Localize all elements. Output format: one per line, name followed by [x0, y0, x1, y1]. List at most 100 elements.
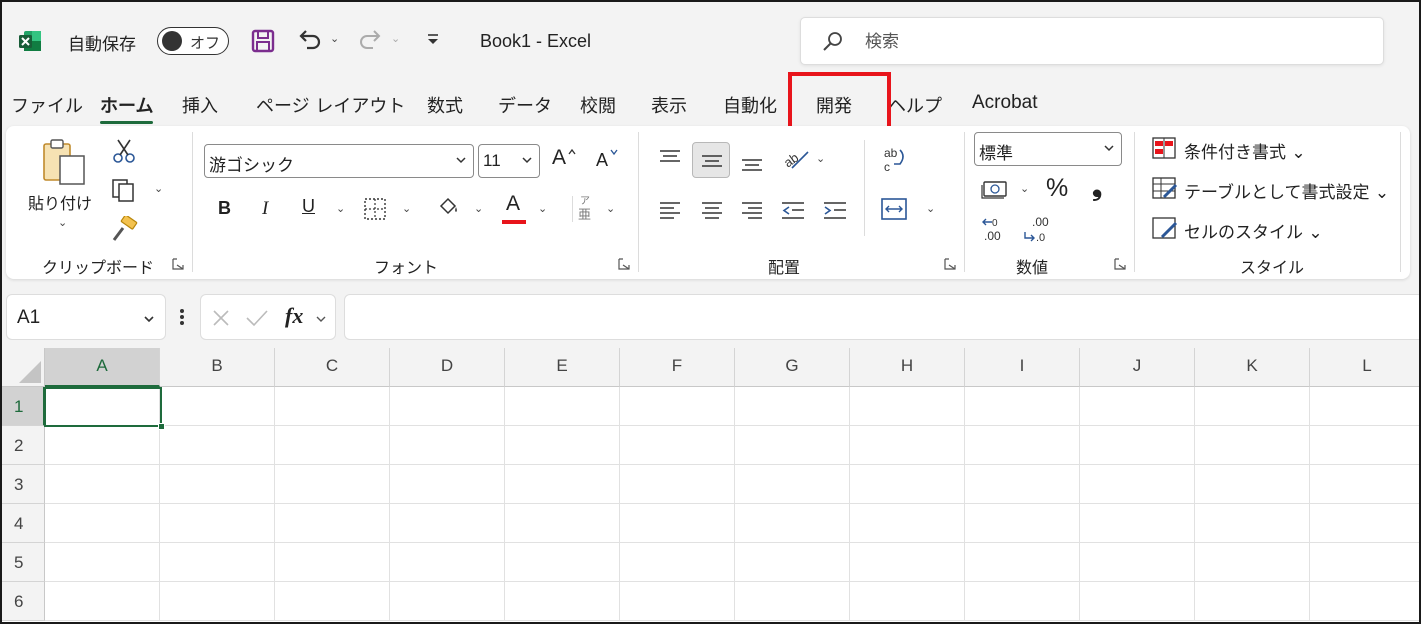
tab-file[interactable]: ファイル: [11, 92, 83, 118]
cell-e5[interactable]: [505, 543, 620, 582]
cell-j2[interactable]: [1080, 426, 1195, 465]
column-header-j[interactable]: J: [1080, 348, 1195, 387]
align-bottom-icon[interactable]: [740, 150, 764, 174]
column-header-a[interactable]: A: [45, 348, 160, 387]
column-header-c[interactable]: C: [275, 348, 390, 387]
font-launcher-icon[interactable]: [618, 258, 630, 270]
underline-button[interactable]: U: [302, 196, 315, 217]
tab-data[interactable]: データ: [498, 92, 552, 118]
cell-i5[interactable]: [965, 543, 1080, 582]
align-middle-button[interactable]: [692, 142, 730, 178]
cell-a4[interactable]: [45, 504, 160, 543]
cell-j6[interactable]: [1080, 582, 1195, 621]
search-input[interactable]: [865, 30, 1345, 54]
row-header-5[interactable]: 5: [2, 543, 45, 582]
format-painter-icon[interactable]: [110, 216, 138, 242]
cell-c4[interactable]: [275, 504, 390, 543]
cell-l1[interactable]: [1310, 387, 1419, 426]
cell-l3[interactable]: [1310, 465, 1419, 504]
phonetic-dropdown-icon[interactable]: ⌄: [606, 202, 615, 215]
active-cell-selection[interactable]: [44, 387, 165, 430]
cell-c2[interactable]: [275, 426, 390, 465]
paste-dropdown-icon[interactable]: ⌄: [58, 216, 67, 229]
cell-b6[interactable]: [160, 582, 275, 621]
align-top-icon[interactable]: [658, 148, 682, 168]
paste-label[interactable]: 貼り付け: [28, 190, 92, 214]
cell-a5[interactable]: [45, 543, 160, 582]
chevron-down-icon[interactable]: [143, 313, 155, 325]
clipboard-launcher-icon[interactable]: [172, 258, 184, 270]
cell-k1[interactable]: [1195, 387, 1310, 426]
tab-home[interactable]: ホーム: [100, 92, 154, 124]
cell-h4[interactable]: [850, 504, 965, 543]
customize-qat-icon[interactable]: [426, 31, 440, 47]
cell-f3[interactable]: [620, 465, 735, 504]
cell-c1[interactable]: [275, 387, 390, 426]
redo-dropdown-icon[interactable]: ⌄: [391, 32, 400, 45]
column-header-i[interactable]: I: [965, 348, 1080, 387]
column-header-e[interactable]: E: [505, 348, 620, 387]
row-header-6[interactable]: 6: [2, 582, 45, 621]
cell-e3[interactable]: [505, 465, 620, 504]
font-size-combo[interactable]: 11: [478, 144, 540, 178]
tab-acrobat[interactable]: Acrobat: [972, 92, 1037, 114]
italic-button[interactable]: I: [262, 198, 268, 220]
cell-b2[interactable]: [160, 426, 275, 465]
row-header-3[interactable]: 3: [2, 465, 45, 504]
decrease-decimal-icon[interactable]: .00 .0: [1022, 216, 1052, 244]
undo-dropdown-icon[interactable]: ⌄: [330, 32, 339, 45]
column-header-d[interactable]: D: [390, 348, 505, 387]
cell-h5[interactable]: [850, 543, 965, 582]
cell-a6[interactable]: [45, 582, 160, 621]
row-header-2[interactable]: 2: [2, 426, 45, 465]
shrink-font-button[interactable]: A: [596, 150, 608, 171]
phonetic-bottom[interactable]: 亜: [578, 204, 591, 223]
comma-style-button[interactable]: ❟: [1092, 172, 1102, 203]
undo-icon[interactable]: [296, 26, 324, 54]
cell-j4[interactable]: [1080, 504, 1195, 543]
percent-style-button[interactable]: %: [1046, 174, 1068, 203]
name-box[interactable]: [6, 294, 166, 340]
grow-font-button[interactable]: A: [552, 146, 566, 170]
cell-l2[interactable]: [1310, 426, 1419, 465]
cell-d5[interactable]: [390, 543, 505, 582]
more-options-icon[interactable]: [178, 306, 186, 328]
cell-i2[interactable]: [965, 426, 1080, 465]
cell-l5[interactable]: [1310, 543, 1419, 582]
column-header-h[interactable]: H: [850, 348, 965, 387]
cell-g5[interactable]: [735, 543, 850, 582]
borders-dropdown-icon[interactable]: ⌄: [402, 202, 411, 215]
cell-b5[interactable]: [160, 543, 275, 582]
cell-a3[interactable]: [45, 465, 160, 504]
redo-icon[interactable]: [356, 26, 384, 54]
tab-automate[interactable]: 自動化: [723, 92, 777, 118]
formula-input[interactable]: [357, 307, 1397, 328]
cell-f5[interactable]: [620, 543, 735, 582]
cell-l6[interactable]: [1310, 582, 1419, 621]
alignment-launcher-icon[interactable]: [944, 258, 956, 270]
cell-k3[interactable]: [1195, 465, 1310, 504]
cell-k4[interactable]: [1195, 504, 1310, 543]
align-right-icon[interactable]: [740, 200, 764, 222]
cell-e2[interactable]: [505, 426, 620, 465]
cell-e1[interactable]: [505, 387, 620, 426]
cell-g2[interactable]: [735, 426, 850, 465]
tab-insert[interactable]: 挿入: [182, 92, 218, 118]
currency-format-icon[interactable]: [980, 178, 1010, 202]
tab-formulas[interactable]: 数式: [427, 92, 463, 118]
cell-h3[interactable]: [850, 465, 965, 504]
cell-f2[interactable]: [620, 426, 735, 465]
font-color-button[interactable]: A: [506, 192, 520, 216]
decrease-indent-icon[interactable]: [780, 200, 806, 222]
column-header-b[interactable]: B: [160, 348, 275, 387]
column-header-k[interactable]: K: [1195, 348, 1310, 387]
underline-dropdown-icon[interactable]: ⌄: [336, 202, 345, 215]
cell-g3[interactable]: [735, 465, 850, 504]
autosave-toggle[interactable]: オフ: [157, 27, 229, 55]
cell-h6[interactable]: [850, 582, 965, 621]
cell-i1[interactable]: [965, 387, 1080, 426]
cell-b4[interactable]: [160, 504, 275, 543]
fill-handle[interactable]: [158, 423, 165, 430]
copy-dropdown-icon[interactable]: ⌄: [154, 182, 163, 195]
cell-d6[interactable]: [390, 582, 505, 621]
